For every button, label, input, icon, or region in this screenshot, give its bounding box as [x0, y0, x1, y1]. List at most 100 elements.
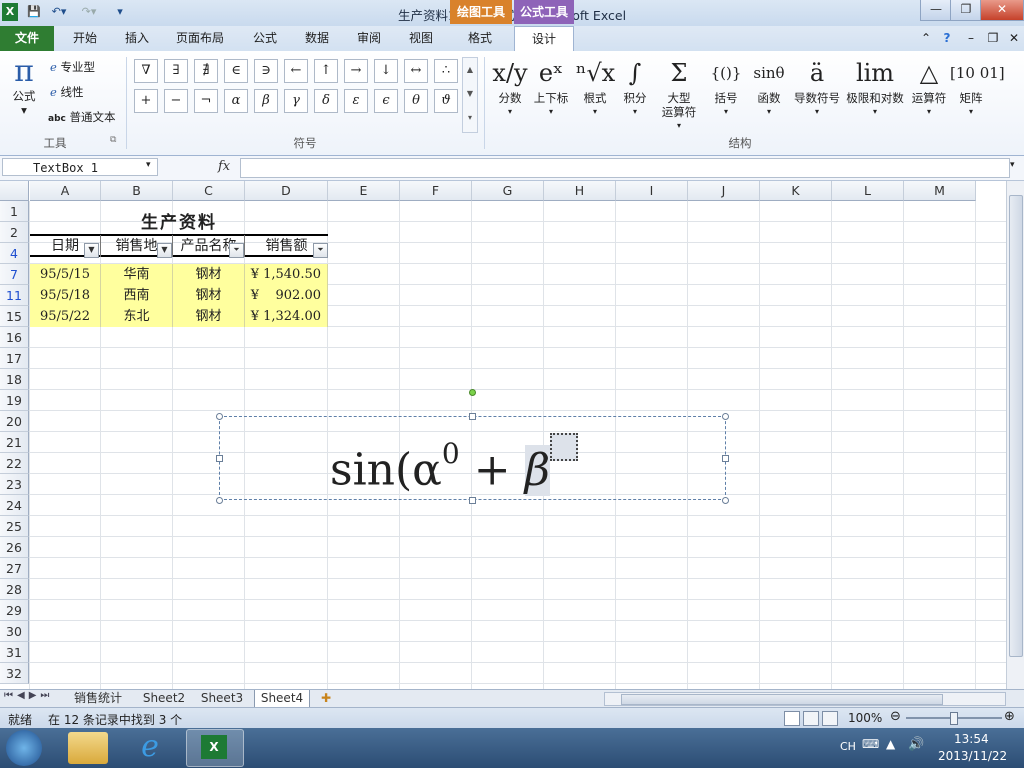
row-header[interactable]: 11 — [0, 285, 29, 306]
equation-button[interactable]: π 公式 ▾ — [6, 55, 42, 118]
data-cell[interactable]: ¥ 1,540.50 — [245, 264, 328, 285]
symbol-button[interactable]: ∃ — [164, 59, 188, 83]
placeholder-box[interactable] — [550, 433, 579, 461]
resize-handle[interactable] — [216, 497, 223, 504]
doc-restore-icon[interactable]: ❐ — [984, 26, 1002, 51]
tab-data[interactable]: 数据 — [294, 26, 340, 51]
structure-button[interactable]: ä 导数符号 ▾ — [792, 55, 842, 119]
professional-option[interactable]: e 专业型 — [50, 59, 95, 75]
notification-arrow-icon[interactable]: ▲ — [886, 737, 895, 751]
structure-button[interactable]: lim 极限和对数 ▾ — [842, 55, 908, 119]
page-break-view-icon[interactable] — [822, 711, 838, 726]
close-button[interactable]: ✕ — [980, 0, 1024, 21]
symbol-button[interactable]: β — [254, 89, 278, 113]
function-icon[interactable]: fx — [218, 159, 230, 174]
ribbon-collapse-icon[interactable]: ⌃ — [918, 26, 934, 51]
symbol-button[interactable]: γ — [284, 89, 308, 113]
data-cell[interactable]: 95/5/15 — [30, 264, 101, 285]
symbol-button[interactable]: − — [164, 89, 188, 113]
column-header[interactable]: J — [688, 181, 760, 201]
page-layout-view-icon[interactable] — [803, 711, 819, 726]
data-cell[interactable]: 东北 — [101, 306, 173, 327]
sheet-tab[interactable]: 销售统计 — [64, 690, 132, 707]
row-header[interactable]: 7 — [0, 264, 29, 285]
row-header[interactable]: 1 — [0, 201, 29, 222]
column-header[interactable]: F — [400, 181, 472, 201]
tab-home[interactable]: 开始 — [60, 26, 110, 51]
row-header[interactable]: 28 — [0, 579, 29, 600]
structure-button[interactable]: {()} 括号 ▾ — [706, 55, 746, 119]
vertical-scroll-thumb[interactable] — [1009, 195, 1023, 657]
structure-button[interactable]: x/y 分数 ▾ — [490, 55, 530, 119]
resize-handle[interactable] — [722, 413, 729, 420]
drawing-tools-tab[interactable]: 绘图工具 — [450, 0, 512, 24]
tab-review[interactable]: 审阅 — [346, 26, 392, 51]
symbol-button[interactable]: ↑ — [314, 59, 338, 83]
resize-handle[interactable] — [722, 497, 729, 504]
structure-button[interactable]: eˣ 上下标 ▾ — [530, 55, 572, 119]
help-icon[interactable]: ? — [938, 26, 956, 51]
zoom-in-icon[interactable]: ⊕ — [1004, 709, 1015, 724]
sheet-tab-active[interactable]: Sheet4 — [254, 690, 310, 708]
internet-explorer-icon[interactable]: e — [130, 730, 170, 764]
data-cell[interactable]: 钢材 — [173, 306, 245, 327]
normal-view-icon[interactable] — [784, 711, 800, 726]
column-header[interactable]: A — [30, 181, 101, 201]
column-header[interactable]: C — [173, 181, 245, 201]
zoom-out-icon[interactable]: ⊖ — [890, 709, 901, 724]
structure-button[interactable]: △ 运算符 ▾ — [908, 55, 950, 119]
plain-text-option[interactable]: abc 普通文本 — [48, 109, 116, 125]
row-header[interactable]: 27 — [0, 558, 29, 579]
maximize-button[interactable]: ❐ — [950, 0, 982, 21]
row-header[interactable]: 4 — [0, 243, 29, 264]
start-button-icon[interactable] — [6, 730, 42, 766]
equation[interactable]: sin(α0 + β — [330, 425, 620, 496]
structure-button[interactable]: sinθ 函数 ▾ — [748, 55, 790, 119]
symbol-button[interactable]: ↔ — [404, 59, 428, 83]
select-all-corner[interactable] — [0, 181, 29, 201]
resize-handle[interactable] — [216, 413, 223, 420]
tab-page-layout[interactable]: 页面布局 — [168, 26, 232, 51]
symbol-button[interactable]: ε — [344, 89, 368, 113]
worksheet-grid[interactable]: ABCDEFGHIJKLM 1 2 4 7 11 15 16 17 18 19 20 21 22 23 24… — [0, 181, 1006, 689]
symbol-button[interactable]: → — [344, 59, 368, 83]
column-header[interactable]: M — [904, 181, 976, 201]
linear-option[interactable]: e 线性 — [50, 84, 83, 100]
data-cell[interactable]: ¥ 1,324.00 — [245, 306, 328, 327]
clock-time[interactable]: 13:54 — [954, 732, 989, 746]
row-header[interactable]: 26 — [0, 537, 29, 558]
insert-sheet-icon[interactable]: ✚ — [314, 690, 338, 707]
sheet-title[interactable]: 生产资料 — [30, 212, 328, 234]
resize-handle[interactable] — [469, 413, 476, 420]
symbol-button[interactable]: α — [224, 89, 248, 113]
row-header[interactable]: 15 — [0, 306, 29, 327]
vertical-scrollbar[interactable] — [1006, 181, 1024, 689]
row-header[interactable]: 23 — [0, 474, 29, 495]
keyboard-icon[interactable]: ⌨ — [862, 737, 879, 751]
symbol-button[interactable]: + — [134, 89, 158, 113]
filter-active-icon[interactable]: ⏷ — [229, 243, 244, 258]
symbol-button[interactable]: ∄ — [194, 59, 218, 83]
row-header[interactable]: 2 — [0, 222, 29, 243]
column-header[interactable]: L — [832, 181, 904, 201]
horizontal-scroll-thumb[interactable] — [621, 694, 943, 705]
volume-icon[interactable]: 🔊 — [908, 737, 924, 752]
symbol-button[interactable]: ← — [284, 59, 308, 83]
column-header[interactable]: E — [328, 181, 400, 201]
row-header[interactable]: 18 — [0, 369, 29, 390]
name-box[interactable]: TextBox 1 — [2, 158, 158, 176]
excel-taskbar-button[interactable]: X — [186, 729, 244, 767]
data-cell[interactable]: 95/5/18 — [30, 285, 101, 306]
column-header[interactable]: D — [245, 181, 328, 201]
row-header[interactable]: 32 — [0, 663, 29, 684]
data-cell[interactable]: 钢材 — [173, 285, 245, 306]
symbol-button[interactable]: ∴ — [434, 59, 458, 83]
row-header[interactable]: 31 — [0, 642, 29, 663]
tab-view[interactable]: 视图 — [398, 26, 444, 51]
tab-format[interactable]: 格式 — [452, 26, 508, 51]
column-header[interactable]: K — [760, 181, 832, 201]
symbol-button[interactable]: ↓ — [374, 59, 398, 83]
structure-button[interactable]: ⁿ√x 根式 ▾ — [576, 55, 615, 119]
horizontal-scrollbar[interactable] — [604, 692, 1006, 706]
sheet-tab[interactable]: Sheet2 — [138, 690, 190, 707]
